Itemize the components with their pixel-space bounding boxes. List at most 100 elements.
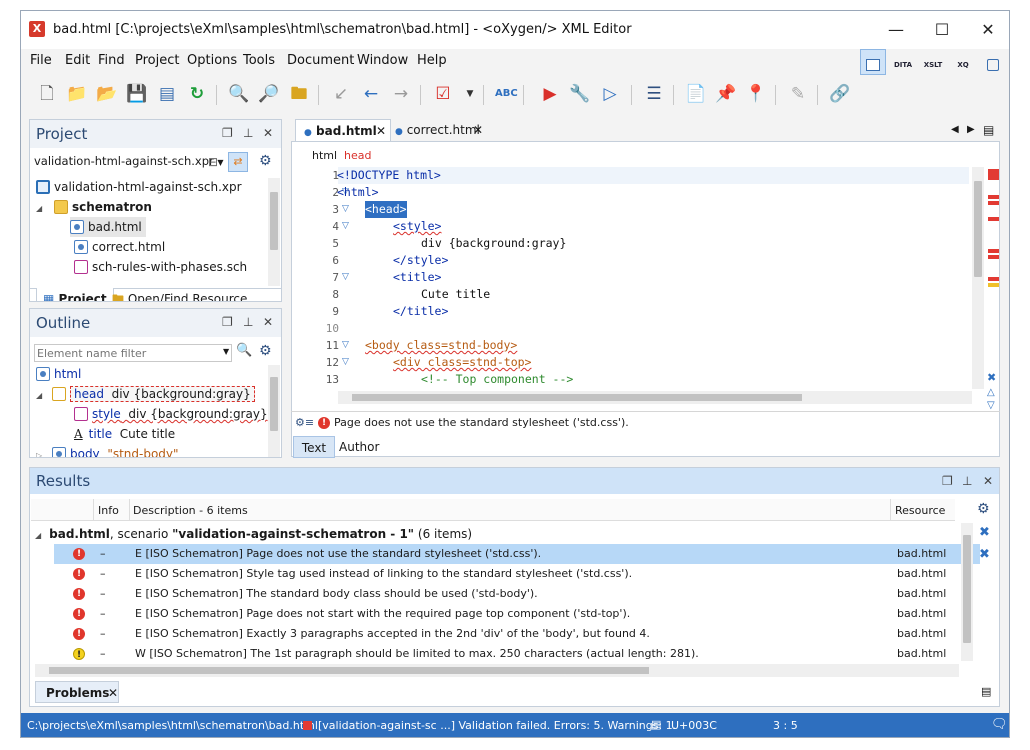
- tab-author-mode[interactable]: Author: [339, 436, 379, 458]
- open-icon[interactable]: 📁: [66, 83, 88, 105]
- maximize-button[interactable]: ☐: [919, 11, 965, 49]
- breadcrumb-head[interactable]: head: [344, 149, 371, 162]
- column-resource[interactable]: Resource: [895, 504, 945, 517]
- save-icon[interactable]: 💾: [126, 83, 148, 105]
- scrollbar-thumb[interactable]: [974, 181, 982, 277]
- project-scrollbar[interactable]: [268, 178, 280, 286]
- pin-panel-icon[interactable]: ⊥: [962, 474, 972, 488]
- spellcheck-icon[interactable]: ABC: [495, 83, 518, 105]
- expand-arrow-icon[interactable]: ◢: [36, 391, 42, 400]
- code-line[interactable]: </style>: [393, 252, 448, 269]
- restore-icon[interactable]: ❐: [222, 315, 233, 329]
- result-row[interactable]: ! – W [ISO Schematron] The 1st paragraph…: [54, 644, 980, 664]
- result-row[interactable]: ! – E [ISO Schematron] Page does not sta…: [54, 604, 980, 624]
- column-description[interactable]: Description - 6 items: [133, 504, 248, 517]
- error-marker[interactable]: [988, 217, 999, 221]
- tab-project[interactable]: ▦ Project: [36, 288, 114, 301]
- warning-marker[interactable]: [988, 283, 999, 287]
- outline-item-style[interactable]: style div {background:gray}: [74, 404, 268, 424]
- settings-gear-icon[interactable]: ⚙: [259, 153, 272, 169]
- code-line[interactable]: <html>: [337, 184, 379, 201]
- pin-panel-icon[interactable]: ⊥: [243, 126, 253, 140]
- error-marker[interactable]: [988, 255, 999, 259]
- validate-dropdown-icon[interactable]: ▼: [459, 83, 481, 105]
- fold-arrow-icon[interactable]: ▽: [342, 354, 349, 371]
- outline-item-body[interactable]: ▷ body "stnd-body": [36, 444, 179, 457]
- remove-result-icon[interactable]: ✖: [979, 525, 990, 540]
- code-line[interactable]: div {background:gray}: [421, 235, 566, 252]
- open-resource-icon[interactable]: 🖿: [288, 83, 310, 105]
- tree-item-project-file[interactable]: validation-html-against-sch.xpr: [36, 177, 242, 197]
- close-tab-icon[interactable]: ✕: [376, 120, 386, 142]
- menu-file[interactable]: File: [30, 53, 52, 68]
- menu-tools[interactable]: Tools: [243, 53, 275, 68]
- clear-markers-icon[interactable]: ✖: [987, 371, 996, 384]
- link-icon[interactable]: 🔗: [829, 83, 851, 105]
- last-edit-icon[interactable]: ↙: [330, 83, 352, 105]
- column-info[interactable]: Info: [98, 504, 119, 517]
- bookmark-icon[interactable]: 📍: [745, 83, 767, 105]
- error-summary-marker[interactable]: [988, 169, 999, 180]
- filter-dropdown-icon[interactable]: ▼: [223, 347, 229, 356]
- menu-document[interactable]: Document: [287, 53, 354, 68]
- menu-help[interactable]: Help: [417, 53, 447, 68]
- close-panel-icon[interactable]: ✕: [263, 315, 273, 329]
- link-with-editor-icon[interactable]: ⇄: [228, 152, 248, 172]
- tabs-scroll-right-icon[interactable]: ▶: [967, 124, 975, 135]
- code-line[interactable]: </title>: [393, 303, 448, 320]
- find-icon[interactable]: 🔍: [228, 83, 250, 105]
- tab-open-find-resource[interactable]: 🖿 Open/Find Resource: [112, 288, 247, 301]
- apply-scenario-icon[interactable]: ▶: [539, 83, 561, 105]
- menu-window[interactable]: Window: [357, 53, 408, 68]
- results-settings-icon[interactable]: ⚙: [977, 501, 990, 517]
- open-url-icon[interactable]: 📂: [96, 83, 118, 105]
- find-in-files-icon[interactable]: 🔎: [258, 83, 280, 105]
- close-tab-icon[interactable]: ✕: [473, 119, 483, 141]
- save-all-icon[interactable]: ▤: [156, 83, 178, 105]
- breadcrumb-html[interactable]: html: [312, 149, 337, 162]
- tree-item-sch-rules[interactable]: sch-rules-with-phases.sch: [74, 257, 247, 277]
- code-line[interactable]: <!-- Top component -->: [421, 371, 573, 388]
- previous-error-icon[interactable]: △: [987, 387, 995, 398]
- expand-arrow-icon[interactable]: ◢: [36, 204, 42, 213]
- close-tab-icon[interactable]: ✕: [108, 682, 118, 704]
- reload-icon[interactable]: ↻: [186, 83, 208, 105]
- pin-panel-icon[interactable]: ⊥: [243, 315, 253, 329]
- code-line[interactable]: <head>: [365, 201, 407, 218]
- tree-item-correct-html[interactable]: correct.html: [74, 237, 165, 257]
- error-marker[interactable]: [988, 201, 999, 205]
- element-name-filter[interactable]: [34, 344, 232, 362]
- scrollbar-thumb[interactable]: [270, 377, 278, 431]
- menu-edit[interactable]: Edit: [65, 53, 90, 68]
- xquery-perspective-button[interactable]: XQ: [950, 49, 976, 75]
- fold-arrow-icon[interactable]: ▽: [342, 337, 349, 354]
- pin-icon[interactable]: 📌: [715, 83, 737, 105]
- tree-item-bad-html[interactable]: bad.html: [70, 217, 146, 237]
- error-marker[interactable]: [988, 249, 999, 253]
- result-row[interactable]: ! – E [ISO Schematron] The standard body…: [54, 584, 980, 604]
- next-error-icon[interactable]: ▽: [987, 400, 995, 411]
- outline-item-html[interactable]: html: [36, 364, 81, 384]
- format-indent-icon[interactable]: ☰: [643, 83, 665, 105]
- menu-find[interactable]: Find: [98, 53, 125, 68]
- editor-vertical-scrollbar[interactable]: [972, 167, 984, 389]
- outline-item-title[interactable]: Atitle Cute title: [74, 424, 175, 444]
- tab-bad-html[interactable]: ● bad.html ✕: [295, 119, 391, 141]
- fold-arrow-icon[interactable]: ▽: [342, 218, 349, 235]
- search-icon[interactable]: 🔍: [236, 343, 252, 358]
- tabs-menu-icon[interactable]: ▤: [983, 123, 994, 137]
- forward-icon[interactable]: →: [390, 83, 412, 105]
- minimize-button[interactable]: —: [873, 11, 919, 49]
- outline-scrollbar[interactable]: [268, 365, 280, 457]
- code-line[interactable]: <body class=stnd-body>: [365, 337, 517, 354]
- collapsed-arrow-icon[interactable]: ▷: [36, 451, 42, 457]
- debug-scenario-icon[interactable]: ▷: [599, 83, 621, 105]
- results-group-row[interactable]: ◢ bad.html, scenario "validation-against-…: [35, 524, 961, 544]
- scrollbar-thumb[interactable]: [963, 535, 971, 643]
- scrollbar-thumb[interactable]: [352, 394, 802, 401]
- editor-horizontal-scrollbar[interactable]: [338, 391, 972, 404]
- editor-perspective-button[interactable]: [860, 49, 886, 75]
- dita-perspective-button[interactable]: DITA: [890, 49, 916, 75]
- result-row[interactable]: ! – E [ISO Schematron] Page does not use…: [54, 544, 980, 564]
- results-vertical-scrollbar[interactable]: [961, 523, 973, 661]
